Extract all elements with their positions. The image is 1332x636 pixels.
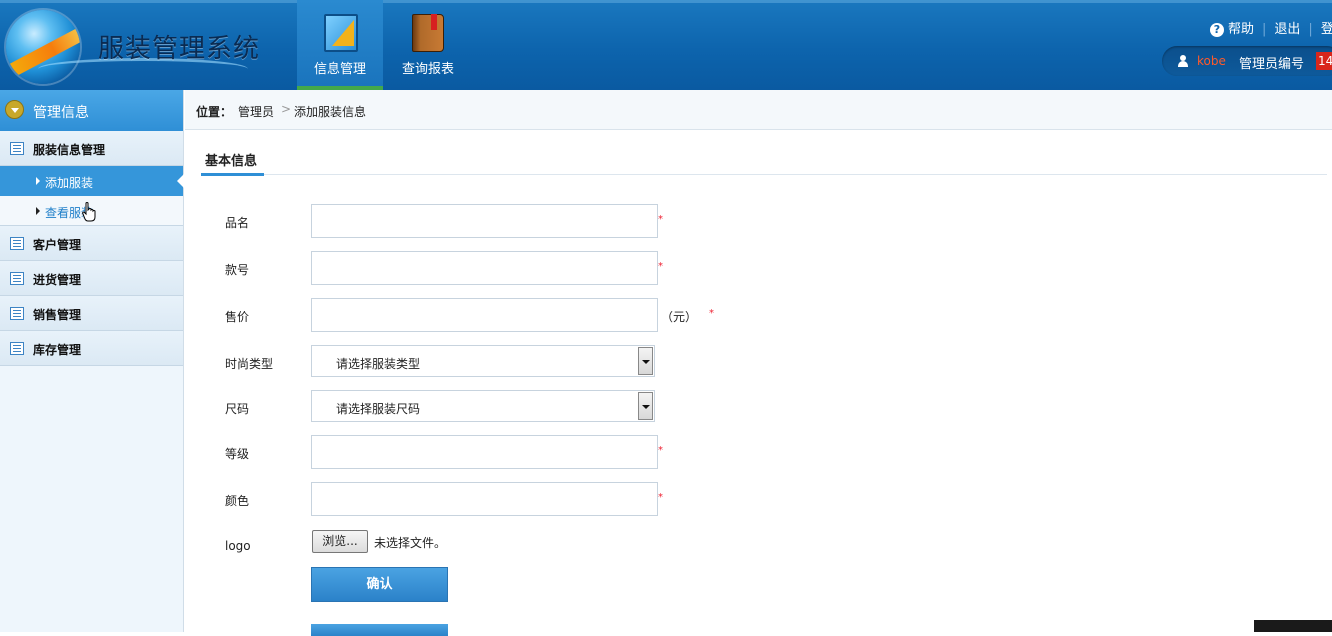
overlay-corner xyxy=(1254,620,1332,632)
breadcrumb-item-admin[interactable]: 管理员 xyxy=(238,103,274,120)
breadcrumb-item-current: 添加服装信息 xyxy=(294,105,367,119)
color-field[interactable] xyxy=(311,482,658,516)
logout-link[interactable]: 退出 xyxy=(1274,18,1300,37)
menu-group-customer[interactable]: 客户管理 xyxy=(0,226,183,261)
list-icon xyxy=(10,142,24,155)
caret-right-icon xyxy=(36,177,40,185)
required-mark: * xyxy=(658,492,663,503)
required-mark: * xyxy=(709,308,714,319)
menu-group-label: 进货管理 xyxy=(33,273,82,287)
user-role-label: 管理员编号 xyxy=(1239,57,1305,72)
secondary-button-partial[interactable] xyxy=(311,624,448,636)
size-select[interactable]: 请选择服装尺码 xyxy=(311,390,655,422)
price-label: 售价 xyxy=(225,310,250,324)
user-name: kobe xyxy=(1197,54,1226,68)
user-icon xyxy=(1177,55,1189,67)
menu-group-label: 客户管理 xyxy=(33,238,82,252)
nav-info-management[interactable]: 信息管理 xyxy=(297,0,383,90)
color-label: 颜色 xyxy=(225,494,250,508)
menu-group-inventory[interactable]: 库存管理 xyxy=(0,331,183,366)
chevron-down-icon[interactable] xyxy=(638,347,653,375)
size-select-value: 请选择服装尺码 xyxy=(336,402,421,416)
menu-group-purchase[interactable]: 进货管理 xyxy=(0,261,183,296)
login-link[interactable]: 登 xyxy=(1321,18,1332,37)
menu-group-clothing[interactable]: 服装信息管理 xyxy=(0,131,183,166)
nav-label: 信息管理 xyxy=(313,62,366,77)
confirm-button[interactable]: 确认 xyxy=(311,567,448,602)
user-id-badge: 14 xyxy=(1316,52,1332,70)
price-field[interactable] xyxy=(311,298,658,332)
type-select[interactable]: 请选择服装类型 xyxy=(311,345,655,377)
grade-label: 等级 xyxy=(225,447,250,461)
hand-cursor-icon xyxy=(82,202,96,222)
breadcrumb-separator: > xyxy=(281,102,292,116)
code-field[interactable] xyxy=(311,251,658,285)
divider xyxy=(201,174,1327,175)
type-select-value: 请选择服装类型 xyxy=(336,357,421,371)
app-header: 服装管理系统 信息管理 查询报表 ? 帮助 | 退出 | 登 kobe 管理员编号 14 xyxy=(0,0,1332,90)
nav-label: 查询报表 xyxy=(401,62,454,77)
app-title: 服装管理系统 xyxy=(98,34,261,64)
required-mark: * xyxy=(658,214,663,225)
caret-right-icon xyxy=(36,207,40,215)
list-icon xyxy=(10,237,24,250)
chevron-down-icon xyxy=(5,100,24,119)
sidebar-header-label: 管理信息 xyxy=(33,105,89,121)
ruler-triangle-icon xyxy=(324,14,358,52)
breadcrumb: 位置： 管理员 > 添加服装信息 xyxy=(185,90,1332,130)
list-icon xyxy=(10,342,24,355)
no-file-text: 未选择文件。 xyxy=(374,536,447,550)
required-mark: * xyxy=(658,261,663,272)
breadcrumb-prefix: 位置： xyxy=(196,105,233,119)
menu-group-sales[interactable]: 销售管理 xyxy=(0,296,183,331)
sidebar-item-label: 添加服装 xyxy=(45,176,94,190)
required-mark: * xyxy=(658,445,663,456)
sidebar: 管理信息 服装信息管理 添加服装 查看服装 客户管理 进货管理 销售管理 库存管… xyxy=(0,90,184,632)
divider: | xyxy=(1308,22,1313,37)
logo-label: logo xyxy=(225,539,251,553)
size-label: 尺码 xyxy=(225,402,250,416)
menu-group-label: 服装信息管理 xyxy=(33,143,106,157)
book-icon xyxy=(412,14,444,52)
menu-group-label: 销售管理 xyxy=(33,308,82,322)
user-bar: kobe 管理员编号 14 xyxy=(1162,46,1332,76)
grade-field[interactable] xyxy=(311,435,658,469)
top-links: ? 帮助 | 退出 | 登 xyxy=(1210,18,1332,37)
menu-group-label: 库存管理 xyxy=(33,343,82,357)
code-label: 款号 xyxy=(225,263,250,277)
browse-button[interactable]: 浏览... xyxy=(312,530,368,553)
sidebar-header[interactable]: 管理信息 xyxy=(0,90,183,131)
sidebar-item-add-clothing[interactable]: 添加服装 xyxy=(0,166,184,196)
nav-query-report[interactable]: 查询报表 xyxy=(385,0,471,90)
list-icon xyxy=(10,307,24,320)
sidebar-item-view-clothing[interactable]: 查看服装 xyxy=(0,196,183,226)
section-title[interactable]: 基本信息 xyxy=(205,150,257,169)
name-label: 品名 xyxy=(225,216,250,230)
tab-indicator xyxy=(201,173,264,176)
help-icon[interactable]: ? xyxy=(1210,23,1224,37)
type-label: 时尚类型 xyxy=(225,357,274,371)
price-unit: （元） xyxy=(661,310,698,324)
chevron-down-icon[interactable] xyxy=(638,392,653,420)
list-icon xyxy=(10,272,24,285)
name-field[interactable] xyxy=(311,204,658,238)
divider: | xyxy=(1262,22,1267,37)
help-link[interactable]: 帮助 xyxy=(1228,18,1254,37)
